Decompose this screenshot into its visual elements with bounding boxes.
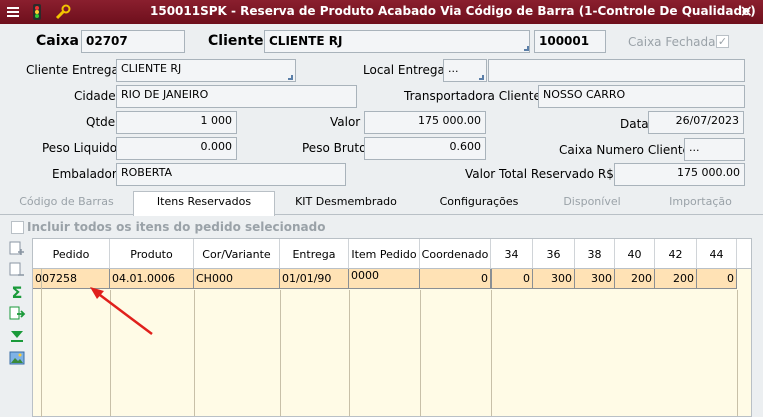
table-cell-size-40[interactable]: 200 — [615, 269, 655, 289]
remove-row-icon[interactable] — [8, 261, 26, 279]
column-divider — [349, 290, 350, 416]
lookup-grip-icon[interactable] — [479, 75, 484, 80]
column-header-44[interactable]: 44 — [697, 239, 737, 269]
wrench-icon[interactable] — [54, 3, 72, 21]
window-title: 150011SPK - Reserva de Produto Acabado V… — [150, 4, 756, 18]
annotation-arrow — [90, 287, 153, 335]
valor-label: Valor — [330, 115, 361, 129]
column-header-cor-variante[interactable]: Cor/Variante — [194, 239, 280, 269]
column-divider — [420, 290, 421, 416]
column-header-42[interactable]: 42 — [655, 239, 697, 269]
column-header-38[interactable]: 38 — [575, 239, 615, 269]
valor-total-label: Valor Total Reservado R$ — [465, 167, 614, 181]
tab-codigo-de-barras[interactable]: Código de Barras — [0, 195, 133, 215]
qtde-field[interactable]: 1 000 — [116, 111, 237, 134]
peso-liquido-field[interactable]: 0.000 — [116, 137, 237, 160]
tab-configuracoes[interactable]: Configurações — [417, 195, 541, 215]
peso-bruto-field[interactable]: 0.600 — [364, 137, 486, 160]
table-cell-cor-variante[interactable]: CH000 — [194, 269, 280, 289]
column-header-item-pedido[interactable]: Item Pedido — [349, 239, 420, 269]
cidade-field[interactable]: RIO DE JANEIRO — [116, 85, 357, 108]
traffic-light-icon[interactable] — [28, 3, 46, 21]
tab-kit-desmembrado[interactable]: KIT Desmembrado — [275, 195, 417, 215]
caixa-fechada-checkbox[interactable]: ✓ — [716, 35, 729, 48]
image-icon[interactable] — [8, 349, 26, 367]
local-entrega-desc-field — [488, 59, 745, 82]
column-header-36[interactable]: 36 — [533, 239, 575, 269]
table-cell-coordenado[interactable]: 0 — [420, 269, 491, 289]
cliente-label: Cliente — [208, 33, 264, 49]
table-cell-size-38[interactable]: 300 — [575, 269, 615, 289]
embalador-label: Embalador — [52, 167, 117, 181]
grid-header-filler — [737, 239, 751, 269]
transportadora-label: Transportadora Cliente — [404, 89, 541, 103]
cliente-entrega-label: Cliente Entrega — [26, 63, 119, 77]
column-divider — [280, 290, 281, 416]
cliente-code-field: 100001 — [534, 30, 606, 53]
table-cell-item-pedido[interactable]: 0000 — [349, 269, 420, 289]
caixa-fechada-label: Caixa Fechada — [628, 35, 716, 49]
column-divider — [194, 290, 195, 416]
valor-total-field: 175 000.00 — [614, 163, 745, 186]
tab-bar: Código de Barras Itens Reservados KIT De… — [0, 191, 763, 216]
app-icon[interactable] — [4, 3, 22, 21]
table-cell-size-34[interactable]: 0 — [491, 269, 533, 289]
export-icon[interactable] — [8, 305, 26, 323]
caixa-label: Caixa — [36, 33, 79, 49]
caixa-numero-label: Caixa Numero Cliente — [559, 143, 690, 157]
tab-itens-reservados[interactable]: Itens Reservados — [133, 191, 275, 216]
data-label: Data — [620, 117, 649, 131]
data-field[interactable]: 26/07/2023 — [648, 111, 744, 134]
title-bar: 150011SPK - Reserva de Produto Acabado V… — [0, 0, 763, 24]
cidade-label: Cidade — [74, 89, 116, 103]
local-entrega-label: Local Entrega — [363, 63, 445, 77]
peso-liquido-label: Peso Liquido — [42, 141, 118, 155]
cliente-field[interactable]: CLIENTE RJ — [264, 30, 530, 53]
row-gutter — [32, 268, 42, 417]
transportadora-field[interactable]: NOSSO CARRO — [538, 85, 745, 108]
sum-icon[interactable]: Σ — [8, 284, 26, 302]
tab-disponivel[interactable]: Disponível — [541, 195, 643, 215]
add-row-icon[interactable] — [8, 240, 26, 258]
caixa-field[interactable]: 02707 — [81, 30, 185, 53]
column-header-produto[interactable]: Produto — [110, 239, 194, 269]
column-header-coordenado[interactable]: Coordenado — [420, 239, 491, 269]
column-divider — [737, 290, 738, 416]
embalador-field[interactable]: ROBERTA — [116, 163, 346, 186]
caixa-numero-field[interactable]: ... — [684, 138, 745, 161]
cliente-entrega-field[interactable]: CLIENTE RJ — [116, 59, 296, 82]
lookup-grip-icon[interactable] — [288, 75, 293, 80]
table-cell-size-44[interactable]: 0 — [697, 269, 737, 289]
include-all-label: Incluir todos os itens do pedido selecio… — [27, 220, 326, 234]
valor-field[interactable]: 175 000.00 — [364, 111, 486, 134]
download-icon[interactable] — [8, 327, 26, 345]
column-header-pedido[interactable]: Pedido — [33, 239, 110, 269]
peso-bruto-label: Peso Bruto — [302, 141, 367, 155]
include-all-checkbox[interactable] — [11, 221, 24, 234]
column-divider — [491, 290, 492, 416]
table-cell-size-42[interactable]: 200 — [655, 269, 697, 289]
close-button[interactable]: ✕ — [740, 2, 753, 21]
column-header-entrega[interactable]: Entrega — [280, 239, 349, 269]
lookup-grip-icon[interactable] — [524, 46, 529, 51]
column-header-34[interactable]: 34 — [491, 239, 533, 269]
table-cell-size-36[interactable]: 300 — [533, 269, 575, 289]
tab-importacao[interactable]: Importação — [643, 195, 758, 215]
column-header-40[interactable]: 40 — [615, 239, 655, 269]
qtde-label: Qtde — [86, 115, 116, 129]
table-cell-entrega[interactable]: 01/01/90 — [280, 269, 349, 289]
